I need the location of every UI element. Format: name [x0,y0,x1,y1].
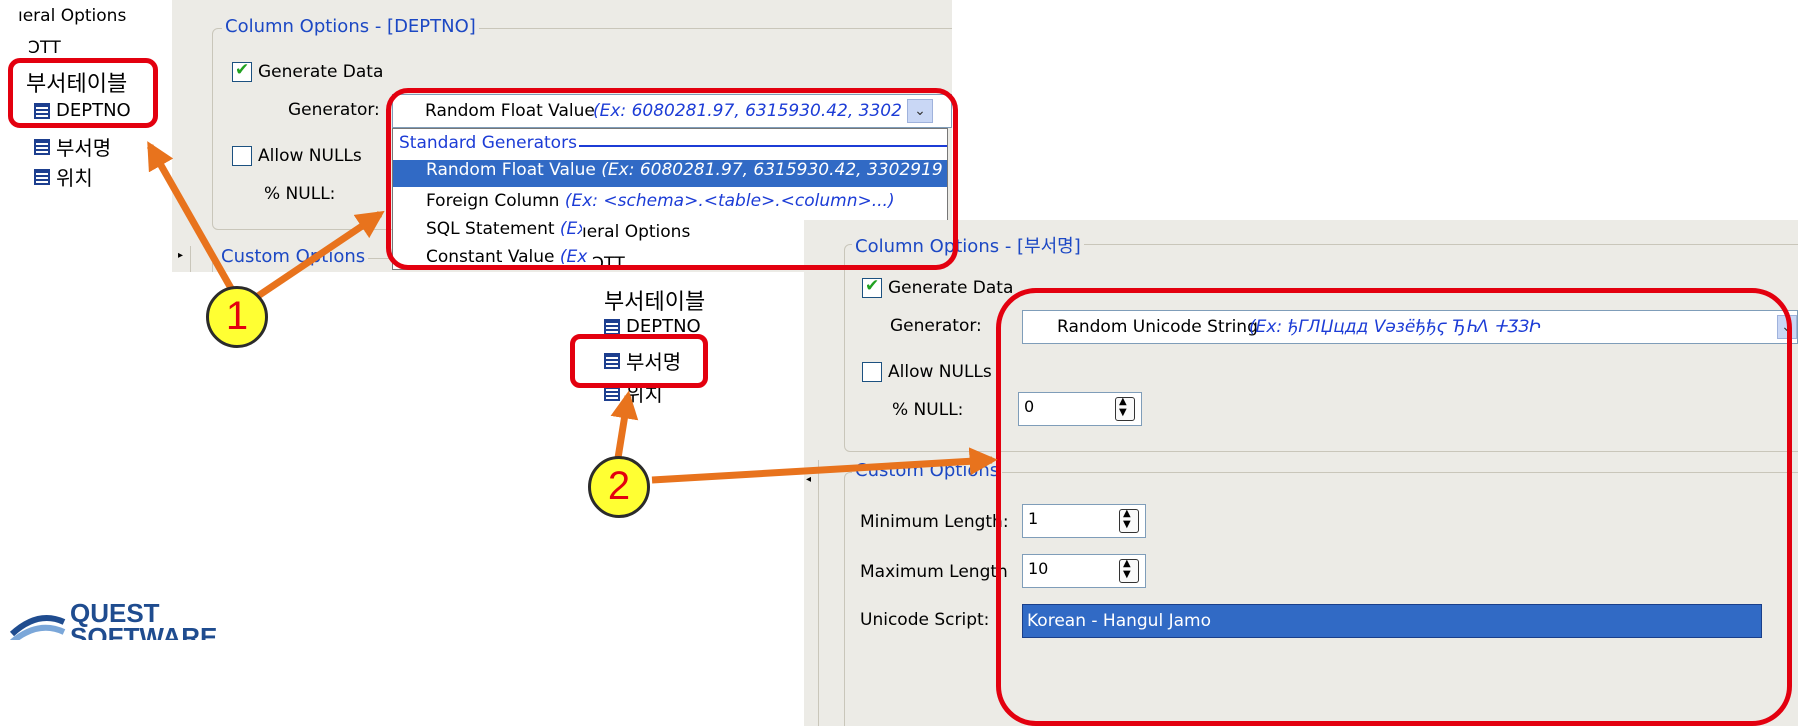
arrow-to-options [651,447,998,484]
quest-software-logo: QUEST SOFTWARE [0,600,264,640]
arrow-to-dropdown [256,210,385,299]
arrow-to-deptname [610,390,639,459]
logo-mark-icon [10,615,66,640]
callout-arrows [146,141,998,484]
logo-text-software: SOFTWARE [70,622,218,640]
callout-badge-2: 2 [588,456,650,518]
callout-badge-1: 1 [206,286,268,348]
arrow-to-deptno [146,141,236,292]
